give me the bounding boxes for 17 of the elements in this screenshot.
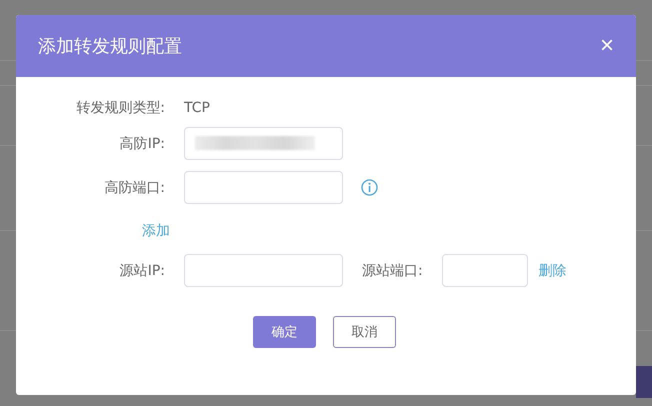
field-label: 高防端口: [103, 178, 166, 196]
source-ip-field[interactable] [184, 254, 343, 287]
delete-link[interactable]: 删除 [538, 262, 567, 280]
source-port-field[interactable] [442, 254, 528, 287]
field-label: 源站端口: [362, 262, 423, 280]
type-value: TCP [184, 100, 210, 116]
ip-input-field[interactable] [184, 127, 343, 160]
add-link[interactable]: 添加 [142, 222, 170, 240]
field-label: 源站IP: [118, 262, 166, 280]
dialog-title: 添加转发规则配置 [38, 35, 182, 58]
confirm-button[interactable]: 确定 [253, 316, 316, 348]
close-button[interactable]: × [600, 34, 614, 58]
cancel-button[interactable]: 取消 [333, 316, 396, 348]
info-icon[interactable] [361, 179, 378, 196]
port-input-field[interactable] [184, 171, 343, 204]
field-label: 高防IP: [118, 134, 166, 152]
field-label: 转发规则类型: [75, 99, 166, 117]
